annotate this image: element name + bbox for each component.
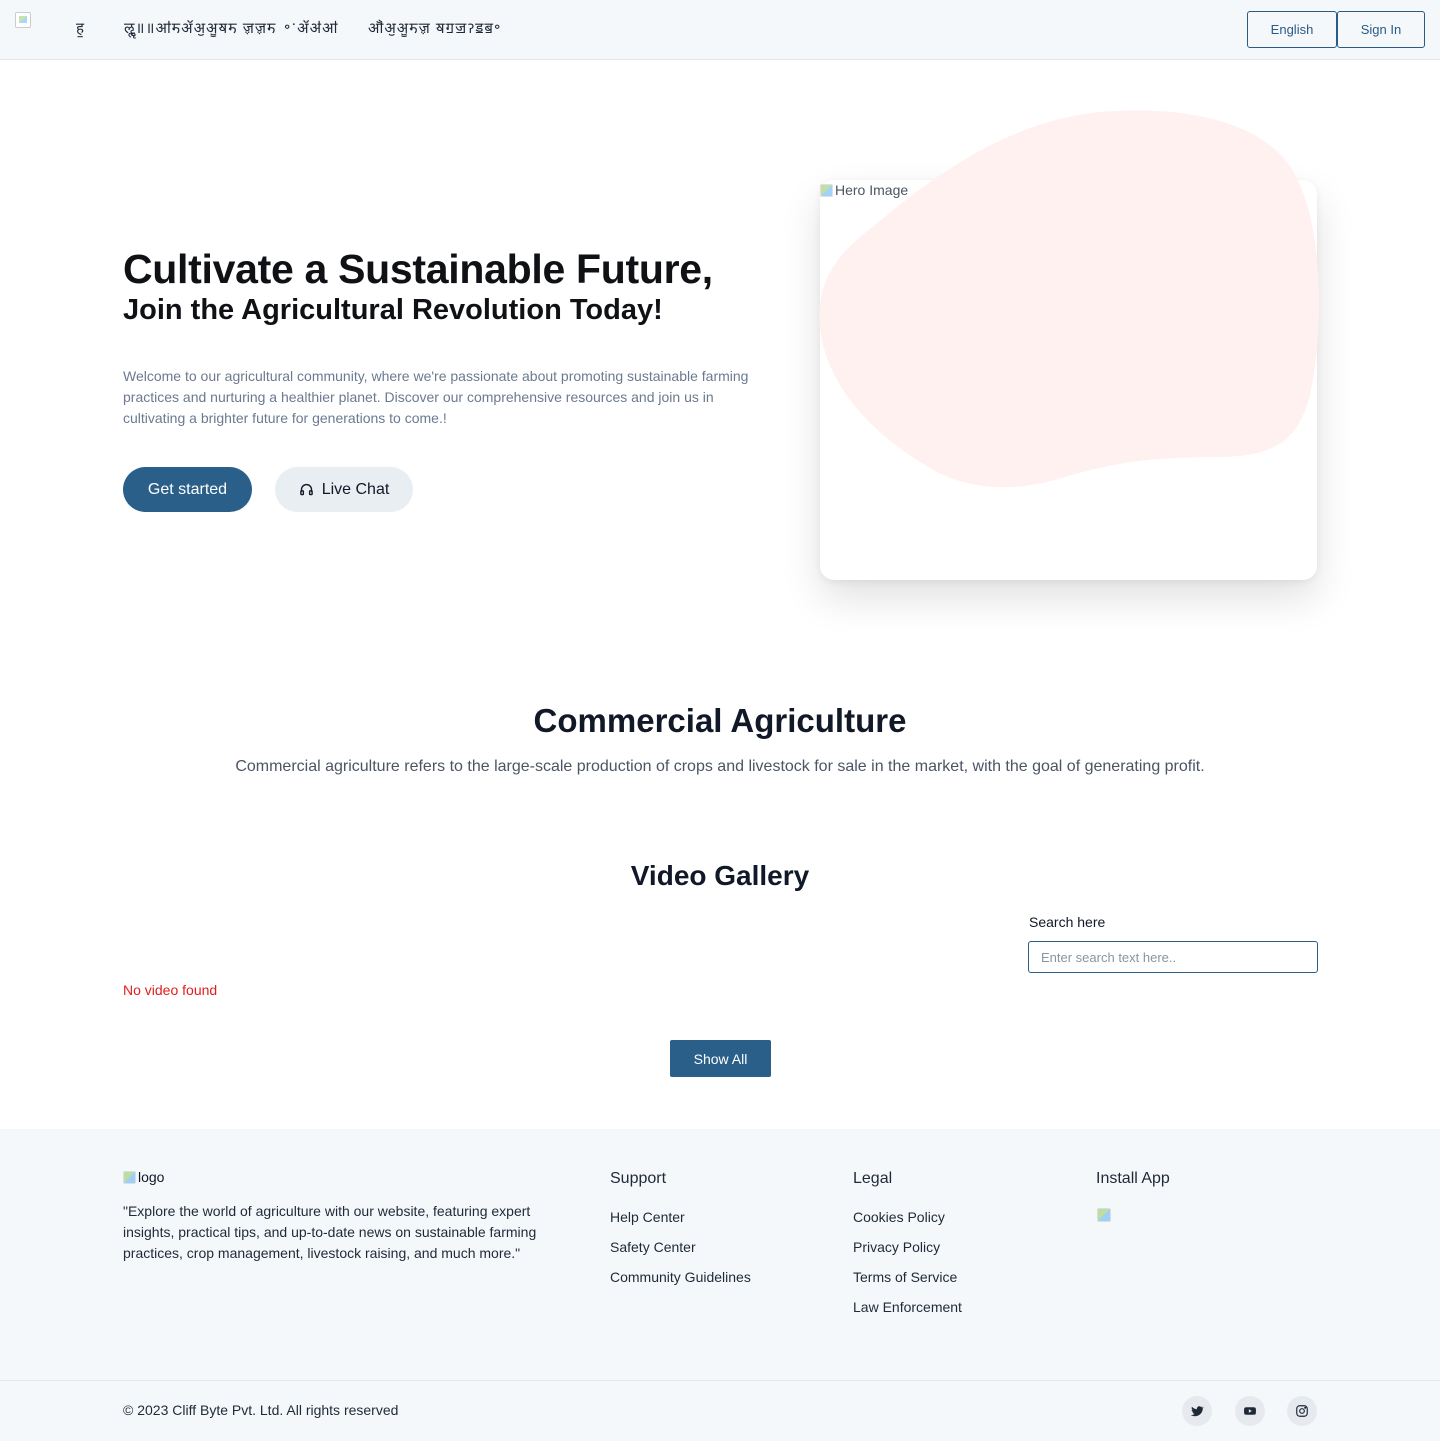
footer-legal-title: Legal xyxy=(853,1170,893,1187)
footer-link-help-center[interactable]: Help Center xyxy=(610,1209,685,1225)
get-started-button[interactable]: Get started xyxy=(123,467,252,512)
hero-image-alt: Hero Image xyxy=(835,182,909,198)
footer-link-community-guidelines[interactable]: Community Guidelines xyxy=(610,1269,751,1285)
no-video-message: No video found xyxy=(123,982,218,998)
app-store-badge[interactable] xyxy=(1097,1208,1111,1222)
copyright-text: © 2023 Cliff Byte Pvt. Ltd. All rights r… xyxy=(123,1402,399,1418)
commercial-description: Commercial agriculture refers to the lar… xyxy=(235,758,1205,775)
hero-subtitle: Join the Agricultural Revolution Today! xyxy=(123,294,663,326)
site-logo[interactable] xyxy=(15,12,31,28)
footer-logo-alt: logo xyxy=(138,1169,165,1185)
instagram-icon xyxy=(1296,1405,1308,1417)
twitter-link[interactable] xyxy=(1182,1396,1212,1426)
site-header: ह॒ ॡॢ॥॥ॴॸॲॶॷॺॸ ॹॹॸ ॰ॱॲॳॴ ॵॶॷॸॹ ॺॻॼॽॾॿ॰ E… xyxy=(0,0,1440,60)
hero-title: Cultivate a Sustainable Future, xyxy=(123,246,713,292)
youtube-link[interactable] xyxy=(1235,1396,1265,1426)
video-gallery-title: Video Gallery xyxy=(630,860,810,891)
nav-item-4[interactable]: ॵॶॷॸॹ ॺॻॼॽॾॿ॰ xyxy=(368,20,501,38)
youtube-icon xyxy=(1244,1407,1256,1415)
nav-item-home[interactable]: ह॒ xyxy=(76,20,85,38)
live-chat-button[interactable]: Live Chat xyxy=(275,467,413,512)
footer-link-cookies-policy[interactable]: Cookies Policy xyxy=(853,1209,945,1225)
hero-image: Hero Image xyxy=(820,182,908,198)
footer-link-privacy-policy[interactable]: Privacy Policy xyxy=(853,1239,940,1255)
footer-install-title: Install App xyxy=(1096,1170,1170,1187)
footer-divider xyxy=(0,1380,1440,1381)
headset-icon xyxy=(299,483,313,496)
footer-link-law-enforcement[interactable]: Law Enforcement xyxy=(853,1299,962,1315)
broken-image-icon xyxy=(820,183,833,197)
hero-blob-shape xyxy=(819,110,1320,488)
commercial-title: Commercial Agriculture xyxy=(533,702,907,739)
site-footer xyxy=(0,1129,1440,1441)
nav-item-2[interactable]: ॡॢ॥॥ॴॸॲॶॷॺॸ ॹॹॸ xyxy=(124,20,276,38)
footer-link-terms-of-service[interactable]: Terms of Service xyxy=(853,1269,957,1285)
language-button[interactable]: English xyxy=(1247,11,1337,48)
sign-in-button[interactable]: Sign In xyxy=(1337,11,1425,48)
nav-item-3[interactable]: ॰ॱॲॳॴ xyxy=(284,20,338,38)
search-label: Search here xyxy=(1029,914,1106,930)
footer-link-safety-center[interactable]: Safety Center xyxy=(610,1239,696,1255)
show-all-button[interactable]: Show All xyxy=(670,1040,771,1077)
footer-logo[interactable]: logo xyxy=(123,1169,164,1185)
footer-support-title: Support xyxy=(610,1170,667,1187)
instagram-link[interactable] xyxy=(1287,1396,1317,1426)
live-chat-label: Live Chat xyxy=(321,480,390,498)
broken-image-icon xyxy=(123,1170,136,1184)
footer-about-text: "Explore the world of agriculture with o… xyxy=(123,1203,537,1261)
video-search-input[interactable] xyxy=(1028,941,1318,973)
hero-description: Welcome to our agricultural community, w… xyxy=(123,368,749,426)
twitter-icon xyxy=(1190,1406,1204,1417)
